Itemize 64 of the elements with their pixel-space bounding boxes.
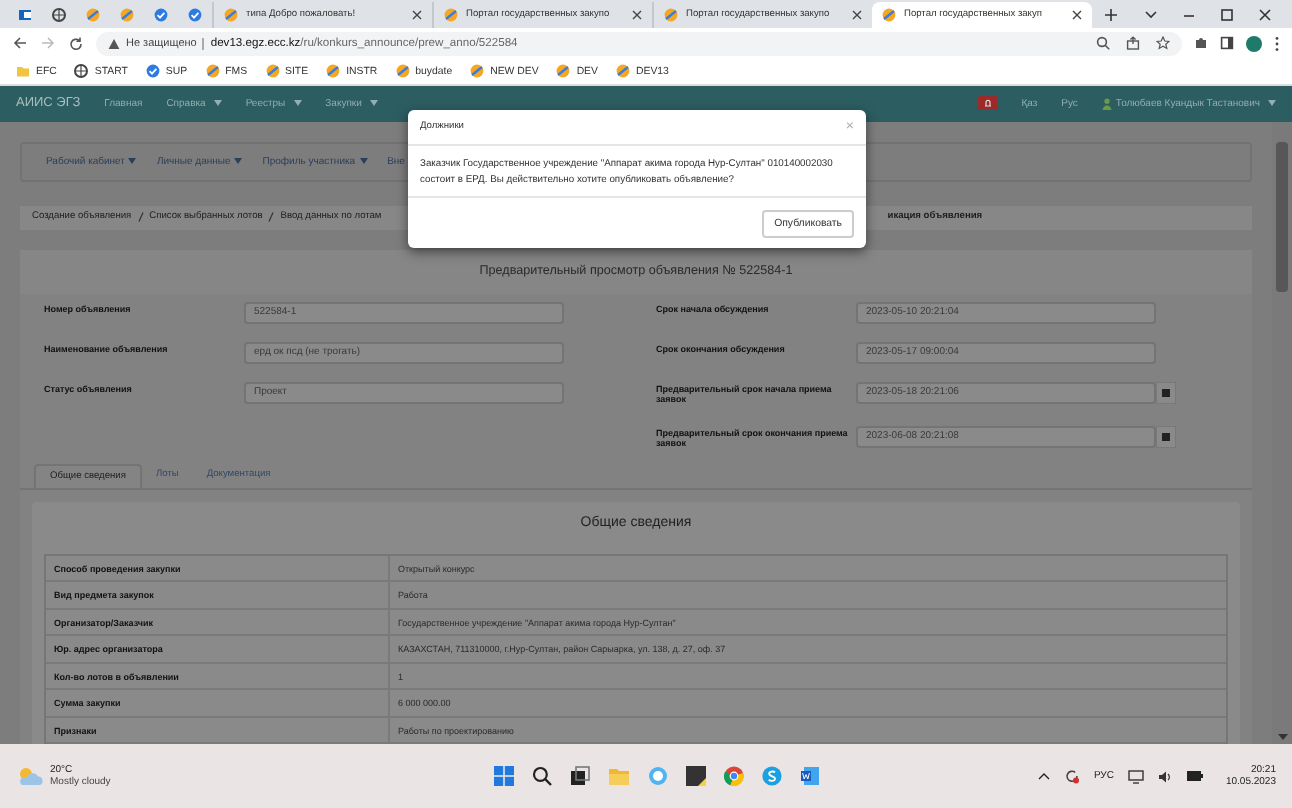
globe-icon bbox=[74, 64, 89, 79]
forward-icon bbox=[40, 36, 56, 51]
caret-icon bbox=[213, 100, 222, 107]
breadcrumb-separator bbox=[268, 212, 275, 223]
star-icon[interactable] bbox=[1156, 36, 1170, 51]
portal-icon bbox=[326, 64, 341, 79]
close-icon[interactable] bbox=[1258, 7, 1272, 22]
check-icon bbox=[145, 64, 160, 79]
plus-icon[interactable] bbox=[1104, 7, 1118, 22]
sticky-note-icon[interactable] bbox=[686, 766, 706, 787]
skype-icon[interactable] bbox=[762, 766, 782, 787]
mail-icon bbox=[18, 7, 32, 22]
search-icon[interactable] bbox=[532, 766, 552, 787]
windows-start-icon[interactable] bbox=[494, 766, 514, 787]
calendar-button[interactable] bbox=[1156, 381, 1176, 404]
task-view-icon[interactable] bbox=[570, 766, 590, 787]
caret-icon bbox=[369, 100, 378, 107]
portal-icon bbox=[882, 7, 896, 22]
portal-icon bbox=[444, 7, 458, 22]
portal-icon bbox=[470, 64, 485, 79]
maximize-icon[interactable] bbox=[1220, 7, 1234, 22]
minimize-icon[interactable] bbox=[1182, 9, 1196, 20]
share-icon[interactable] bbox=[1126, 36, 1140, 51]
chevron-down-icon[interactable] bbox=[1144, 9, 1158, 20]
caret-icon bbox=[234, 158, 243, 165]
folder-icon bbox=[16, 64, 30, 79]
profile-avatar[interactable] bbox=[1246, 35, 1262, 52]
globe-icon bbox=[52, 7, 66, 22]
portal-icon bbox=[120, 7, 134, 22]
close-icon[interactable] bbox=[1072, 9, 1082, 20]
scrollbar-thumb[interactable] bbox=[1276, 141, 1288, 292]
portal-icon bbox=[265, 64, 280, 79]
reload-icon[interactable] bbox=[68, 35, 84, 52]
warning-icon bbox=[108, 37, 120, 50]
battery-icon[interactable] bbox=[1185, 770, 1204, 783]
notification-bell-icon[interactable] bbox=[977, 96, 998, 111]
chrome-icon[interactable] bbox=[724, 766, 744, 787]
close-icon[interactable] bbox=[632, 9, 642, 20]
back-icon[interactable] bbox=[12, 36, 28, 51]
portal-icon bbox=[224, 7, 238, 22]
caret-icon bbox=[128, 158, 137, 165]
calendar-button[interactable] bbox=[1156, 425, 1176, 448]
close-icon[interactable] bbox=[412, 9, 422, 20]
word-icon[interactable] bbox=[800, 766, 820, 787]
check-icon bbox=[154, 7, 168, 22]
sync-icon[interactable] bbox=[1063, 768, 1080, 785]
chevron-up-icon[interactable] bbox=[1037, 772, 1050, 781]
zoom-icon[interactable] bbox=[1096, 36, 1110, 51]
close-icon[interactable] bbox=[852, 9, 862, 20]
portal-icon bbox=[86, 7, 100, 22]
caret-icon bbox=[359, 158, 368, 165]
more-icon[interactable] bbox=[1274, 35, 1280, 52]
caret-icon bbox=[1268, 100, 1276, 107]
portal-icon bbox=[556, 64, 571, 79]
side-panel-icon[interactable] bbox=[1220, 36, 1234, 51]
check-icon bbox=[188, 7, 202, 22]
portal-icon bbox=[615, 64, 630, 79]
person-icon bbox=[1101, 97, 1112, 110]
speaker-icon[interactable] bbox=[1157, 769, 1172, 784]
portal-icon bbox=[395, 64, 410, 79]
portal-icon bbox=[664, 7, 678, 22]
portal-icon bbox=[205, 64, 220, 79]
breadcrumb-separator bbox=[137, 212, 144, 223]
caret-icon bbox=[293, 100, 302, 107]
